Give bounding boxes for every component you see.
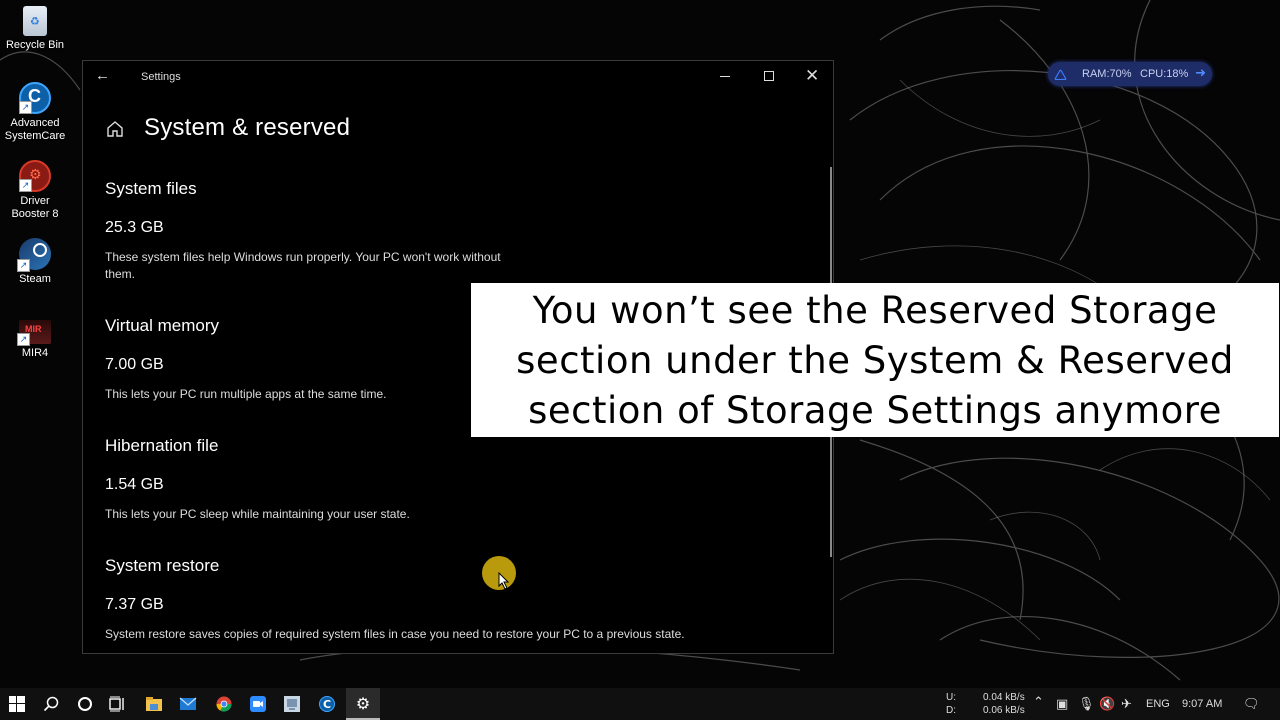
taskbar-advanced-systemcare[interactable]: C (310, 688, 344, 720)
desktop-icon-label: Advanced SystemCare (4, 117, 66, 142)
section-system-files: System files 25.3 GB These system files … (105, 179, 745, 283)
net-upload-speed: 0.04 kB/s (983, 692, 1025, 703)
taskbar-mail[interactable] (171, 688, 205, 720)
gear-icon: ⚙ (355, 696, 371, 713)
desktop-icon-mir4[interactable]: MIR ↗ MIR4 (2, 316, 68, 360)
performance-monitor-widget[interactable]: 🛆 RAM:70% CPU:18% ➜ (1048, 62, 1212, 86)
section-size: 7.37 GB (105, 596, 164, 613)
desktop-icon-label: MIR4 (21, 347, 49, 359)
cpu-usage: CPU:18% (1140, 68, 1189, 80)
ram-usage: RAM:70% (1082, 68, 1132, 80)
section-heading: Hibernation file (105, 436, 219, 455)
taskbar-remote-desktop[interactable] (275, 688, 309, 720)
airplane-mode-icon[interactable]: ✈ (1121, 696, 1132, 712)
recycle-bin-icon: ♻ (23, 6, 47, 36)
shortcut-arrow-icon: ↗ (17, 333, 30, 346)
net-download-label: D: (946, 705, 956, 716)
mouse-pointer-icon (498, 571, 510, 595)
mail-icon (179, 697, 197, 710)
section-heading: System files (105, 179, 197, 198)
meet-now-icon[interactable]: ▣ (1056, 696, 1068, 712)
start-button[interactable] (0, 688, 34, 720)
desktop-icon-label: Driver Booster 8 (11, 195, 59, 220)
section-size: 1.54 GB (105, 476, 164, 493)
caption-line: section under the System & Reserved (516, 339, 1234, 382)
section-description: These system files help Windows run prop… (105, 250, 501, 281)
caption-line: section of Storage Settings anymore (528, 389, 1222, 432)
chrome-icon (216, 696, 232, 712)
action-center-icon[interactable]: 🗨 (1243, 696, 1260, 712)
taskbar-settings[interactable]: ⚙ (346, 688, 380, 720)
zoom-icon (250, 696, 266, 712)
title-bar[interactable]: ← Settings ✕ (83, 61, 833, 93)
clock[interactable]: 9:07 AM (1182, 698, 1222, 710)
home-icon[interactable] (105, 119, 125, 139)
shortcut-arrow-icon: ↗ (17, 259, 30, 272)
window-title: Settings (141, 71, 181, 83)
windows-logo-icon (9, 696, 25, 712)
volume-muted-icon[interactable]: 🔇 (1099, 696, 1115, 712)
video-caption: You won’t see the Reserved Storage secti… (471, 283, 1279, 437)
advanced-systemcare-icon: C ↗ (19, 82, 51, 114)
advanced-systemcare-icon: C (319, 696, 335, 712)
desktop-icon-advanced-systemcare[interactable]: C ↗ Advanced SystemCare (2, 82, 68, 143)
section-description: This lets your PC run multiple apps at t… (105, 387, 387, 401)
cortana-button[interactable] (68, 688, 102, 720)
net-upload-label: U: (946, 692, 956, 703)
section-description: This lets your PC sleep while maintainin… (105, 507, 410, 521)
driver-booster-icon: ⚙ ↗ (19, 160, 51, 192)
search-icon (43, 696, 59, 712)
remote-desktop-icon (284, 696, 300, 712)
svg-text:C: C (323, 698, 331, 711)
task-view-icon (109, 696, 124, 712)
mir4-icon: MIR ↗ (17, 320, 51, 346)
microphone-icon[interactable]: 🎙 (1078, 696, 1095, 712)
page-title: System & reserved (144, 114, 351, 141)
shortcut-arrow-icon: ↗ (19, 179, 32, 192)
taskbar-file-explorer[interactable] (137, 688, 171, 720)
taskbar: C ⚙ U: D: 0.04 kB/s 0.06 kB/s ⌃ ▣ 🎙 🔇 ✈ … (0, 688, 1280, 720)
back-button[interactable]: ← (95, 67, 117, 87)
section-size: 25.3 GB (105, 219, 164, 236)
show-hidden-icons-chevron-icon[interactable]: ⌃ (1033, 694, 1044, 710)
close-button[interactable]: ✕ (791, 61, 835, 93)
taskbar-chrome[interactable] (207, 688, 241, 720)
caption-line: You won’t see the Reserved Storage (532, 289, 1218, 332)
desktop-icon-steam[interactable]: ↗ Steam (2, 238, 68, 286)
section-heading: System restore (105, 556, 220, 575)
desktop-icon-driver-booster[interactable]: ⚙ ↗ Driver Booster 8 (2, 160, 68, 221)
language-indicator[interactable]: ENG (1146, 698, 1170, 710)
desktop-icon-recycle-bin[interactable]: ♻ Recycle Bin (2, 6, 68, 52)
net-download-speed: 0.06 kB/s (983, 705, 1025, 716)
section-hibernation-file: Hibernation file 1.54 GB This lets your … (105, 436, 745, 523)
minimize-icon (720, 76, 730, 77)
minimize-button[interactable] (703, 61, 747, 93)
arrow-right-icon[interactable]: ➜ (1195, 65, 1206, 81)
search-button[interactable] (34, 688, 68, 720)
task-view-button[interactable] (101, 688, 135, 720)
section-system-restore: System restore 7.37 GB System restore sa… (105, 556, 745, 643)
maximize-button[interactable] (747, 61, 791, 93)
steam-icon: ↗ (17, 238, 51, 272)
taskbar-zoom[interactable] (241, 688, 275, 720)
cortana-icon (78, 697, 92, 711)
maximize-icon (764, 71, 774, 81)
rocket-icon: 🛆 (1054, 67, 1068, 82)
desktop-icon-label: Recycle Bin (5, 39, 65, 51)
desktop-icon-label: Steam (19, 273, 51, 285)
file-explorer-icon (146, 697, 162, 711)
back-arrow-icon: ← (95, 67, 110, 84)
section-description: System restore saves copies of required … (105, 627, 685, 641)
close-icon: ✕ (805, 66, 820, 85)
shortcut-arrow-icon: ↗ (19, 101, 32, 114)
